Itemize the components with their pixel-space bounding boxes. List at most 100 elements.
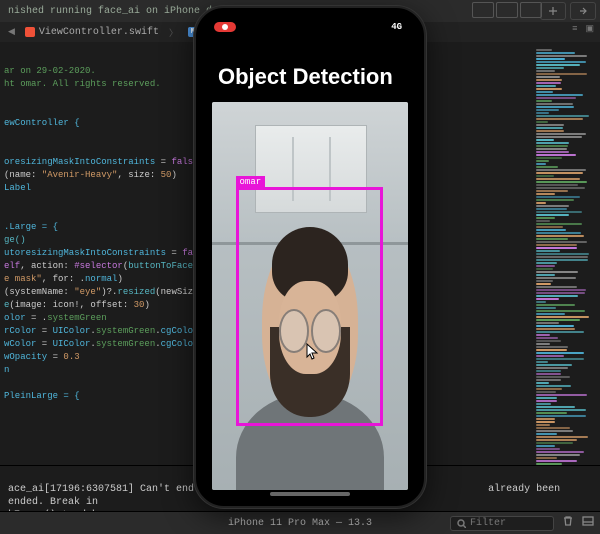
- minimap-line: [536, 58, 565, 60]
- minimap-line: [536, 67, 564, 69]
- minimap-line: [536, 91, 553, 93]
- filter-icon: [457, 519, 466, 528]
- minimap-line: [536, 283, 551, 285]
- source-editor[interactable]: ar on 29-02-2020. ht omar. All rights re…: [4, 52, 204, 416]
- minimap-line: [536, 235, 584, 237]
- console-filter-input[interactable]: Filter: [450, 516, 554, 531]
- layout-toggle-group: [472, 2, 542, 18]
- minimap-line: [536, 259, 588, 261]
- minimap-line: [536, 403, 551, 405]
- minimap-line: [536, 415, 586, 417]
- minimap-line: [536, 82, 561, 84]
- minimap-line: [536, 448, 560, 450]
- minimap-line: [536, 220, 550, 222]
- breadcrumb-separator: 〉: [169, 26, 178, 39]
- minimap-line: [536, 169, 586, 171]
- minimap-line: [536, 460, 577, 462]
- toolbar-add-button[interactable]: [540, 2, 566, 20]
- minimap-line: [536, 337, 558, 339]
- detection-label: omar: [236, 176, 266, 188]
- minimap-line: [536, 139, 554, 141]
- minimap-line: [536, 427, 570, 429]
- editor-layout-icon[interactable]: ▣: [585, 24, 594, 34]
- home-indicator[interactable]: [270, 492, 350, 496]
- code-line: e mask", for: .normal): [4, 274, 123, 284]
- simulator-screen[interactable]: 4G Object Detection: [202, 14, 418, 500]
- minimap-line: [536, 280, 553, 282]
- tab-label: ViewController.swift: [39, 27, 159, 38]
- minimap-line: [536, 304, 575, 306]
- minimap-line: [536, 439, 577, 441]
- ios-simulator: 4G Object Detection: [194, 6, 426, 508]
- minimap-line: [536, 166, 558, 168]
- minimap-line: [536, 94, 583, 96]
- minimap-line: [536, 265, 555, 267]
- minimap-line: [536, 421, 555, 423]
- mouse-cursor-icon: [306, 343, 320, 364]
- minimap-line: [536, 79, 562, 81]
- minimap-line: [536, 391, 556, 393]
- minimap-line: [536, 322, 559, 324]
- code-line: .Large = {: [4, 222, 58, 232]
- layout-right-panel-toggle[interactable]: [520, 2, 542, 18]
- minimap-line: [536, 292, 585, 294]
- minimap-line: [536, 127, 563, 129]
- arrow-right-icon: [577, 5, 589, 17]
- editor-lines-icon[interactable]: ≡: [572, 24, 577, 34]
- minimap-line: [536, 130, 564, 132]
- minimap-line: [536, 217, 555, 219]
- minimap-line: [536, 160, 549, 162]
- minimap-line: [536, 388, 562, 390]
- minimap-line: [536, 394, 587, 396]
- minimap-line: [536, 118, 583, 120]
- code-line: e(image: icon!, offset: 30): [4, 300, 150, 310]
- minimap-line: [536, 376, 570, 378]
- code-line: ht omar. All rights reserved.: [4, 79, 161, 89]
- camera-preview: omar: [212, 102, 408, 490]
- minimap-line: [536, 286, 577, 288]
- minimap-line: [536, 133, 586, 135]
- clear-console-button[interactable]: [562, 515, 574, 531]
- swift-file-icon: [25, 27, 35, 37]
- source-minimap[interactable]: [536, 48, 594, 468]
- layout-bottom-panel-toggle[interactable]: [496, 2, 518, 18]
- history-back-icon[interactable]: ◀: [8, 27, 15, 37]
- toolbar-forward-button[interactable]: [570, 2, 596, 20]
- minimap-line: [536, 115, 589, 117]
- layout-left-panel-toggle[interactable]: [472, 2, 494, 18]
- code-line: PleinLarge = {: [4, 391, 80, 401]
- minimap-line: [536, 247, 577, 249]
- minimap-line: [536, 418, 555, 420]
- code-line: olor = .systemGreen: [4, 313, 107, 323]
- minimap-line: [536, 346, 568, 348]
- minimap-line: [536, 64, 580, 66]
- minimap-line: [536, 331, 584, 333]
- minimap-line: [536, 229, 566, 231]
- recording-pill[interactable]: [214, 22, 236, 32]
- minimap-line: [536, 274, 555, 276]
- code-line: oresizingMaskIntoConstraints = false: [4, 157, 198, 167]
- minimap-line: [536, 298, 559, 300]
- minimap-line: [536, 52, 575, 54]
- tab-viewcontroller[interactable]: ViewController.swift: [25, 27, 159, 38]
- minimap-line: [536, 412, 567, 414]
- minimap-line: [536, 358, 584, 360]
- code-line: utoresizingMaskIntoConstraints = false: [4, 248, 209, 258]
- minimap-line: [536, 424, 550, 426]
- minimap-line: [536, 148, 567, 150]
- minimap-line: [536, 151, 569, 153]
- minimap-line: [536, 454, 580, 456]
- minimap-line: [536, 370, 561, 372]
- minimap-line: [536, 181, 587, 183]
- xcode-window: nished running face_ai on iPhone de OM ◀…: [0, 0, 600, 534]
- minimap-line: [536, 223, 582, 225]
- minimap-line: [536, 136, 582, 138]
- minimap-line: [536, 253, 589, 255]
- minimap-line: [536, 202, 546, 204]
- toggle-drawer-button[interactable]: [582, 515, 594, 531]
- minimap-line: [536, 199, 574, 201]
- minimap-line: [536, 193, 555, 195]
- minimap-line: [536, 433, 557, 435]
- minimap-line: [536, 241, 587, 243]
- minimap-line: [536, 124, 564, 126]
